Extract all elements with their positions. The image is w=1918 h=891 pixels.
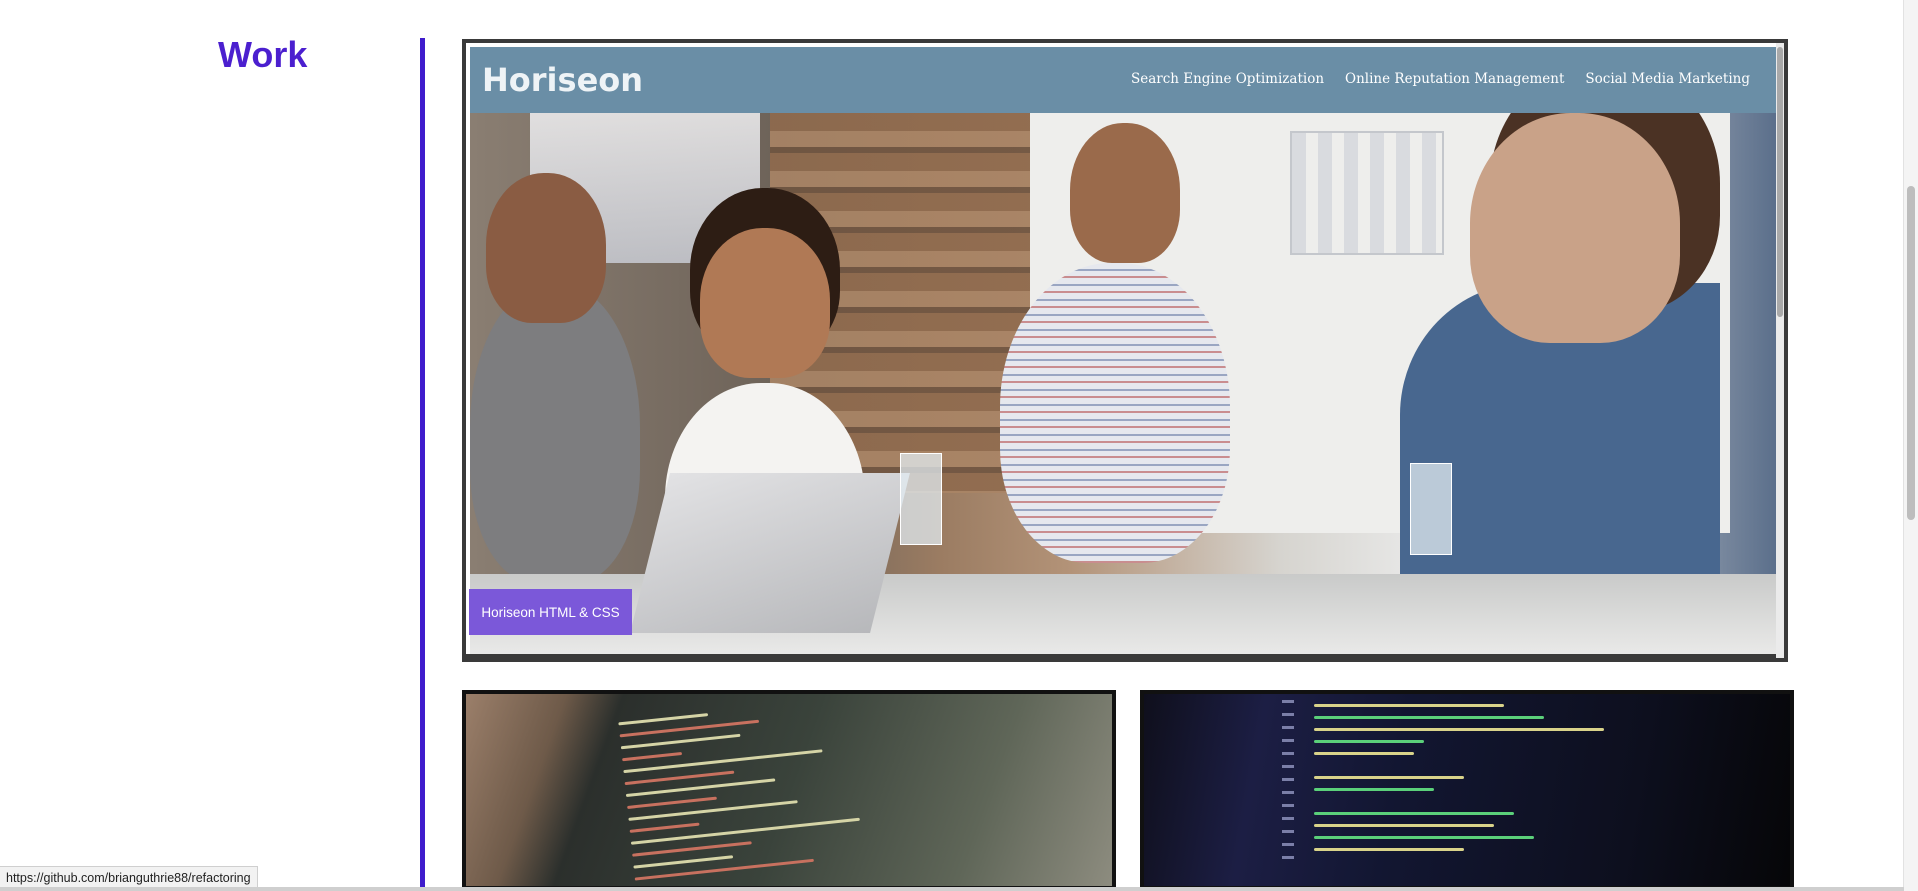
preview-nav: Search Engine Optimization Online Reputa… bbox=[1131, 71, 1750, 87]
project-preview-frame: Horiseon Search Engine Optimization Onli… bbox=[466, 43, 1776, 654]
photo-laptop bbox=[630, 473, 910, 633]
photo-person bbox=[470, 283, 640, 583]
preview-brand: Horiseon bbox=[482, 61, 644, 99]
section-divider bbox=[420, 38, 425, 891]
photo-person bbox=[700, 228, 830, 378]
photo-wireframe-sketch bbox=[1290, 131, 1444, 255]
preview-nav-item: Online Reputation Management bbox=[1345, 71, 1565, 87]
bottom-edge bbox=[0, 887, 1904, 891]
project-thumbnail-laptop-code[interactable] bbox=[462, 690, 1116, 890]
code-thumbnail-graphic bbox=[1314, 704, 1604, 851]
preview-scrollbar-thumb[interactable] bbox=[1777, 47, 1783, 317]
preview-scrollbar[interactable] bbox=[1776, 43, 1784, 658]
project-thumbnail-dark-code[interactable] bbox=[1140, 690, 1794, 890]
photo-person bbox=[486, 173, 606, 323]
photo-person bbox=[1070, 123, 1180, 263]
photo-person bbox=[1000, 263, 1230, 563]
page-scrollbar-thumb[interactable] bbox=[1907, 186, 1915, 520]
preview-nav-item: Social Media Marketing bbox=[1585, 71, 1750, 87]
code-thumbnail-graphic bbox=[618, 698, 863, 881]
photo-glass bbox=[1410, 463, 1452, 555]
status-bar-url: https://github.com/brianguthrie88/refact… bbox=[0, 866, 258, 889]
team-meeting-photo bbox=[470, 113, 1776, 654]
project-label[interactable]: Horiseon HTML & CSS bbox=[469, 589, 632, 635]
featured-project-card[interactable]: Horiseon Search Engine Optimization Onli… bbox=[462, 39, 1788, 662]
photo-glass bbox=[900, 453, 942, 545]
preview-header: Horiseon Search Engine Optimization Onli… bbox=[470, 47, 1776, 113]
photo-person bbox=[1470, 113, 1680, 343]
page-scrollbar[interactable] bbox=[1903, 0, 1918, 891]
section-title: Work bbox=[218, 34, 308, 75]
preview-nav-item: Search Engine Optimization bbox=[1130, 71, 1325, 87]
code-line-numbers-graphic bbox=[1282, 700, 1294, 859]
